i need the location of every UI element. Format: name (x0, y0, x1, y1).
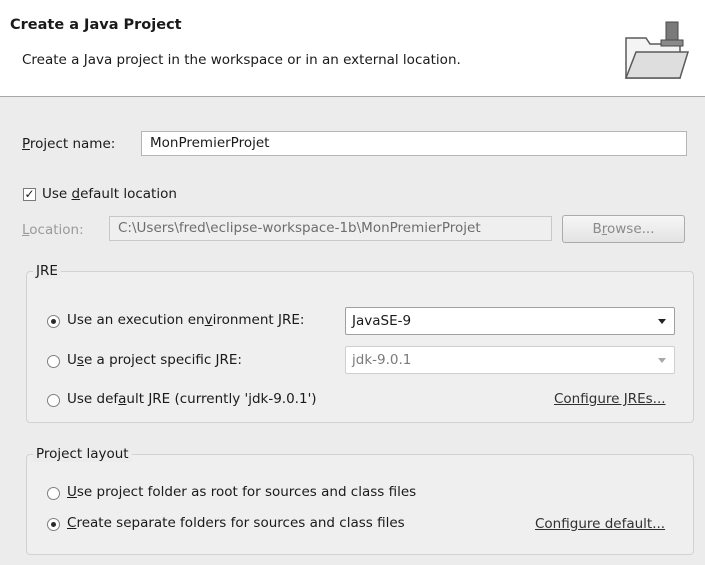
project-specific-jre-select[interactable]: jdk-9.0.1 (345, 346, 675, 374)
project-specific-jre-value: jdk-9.0.1 (352, 352, 412, 368)
execution-environment-label[interactable]: Use an execution environment JRE: (67, 312, 304, 328)
wizard-title: Create a Java Project (10, 17, 182, 33)
default-jre-radio[interactable] (47, 394, 60, 407)
use-default-location-checkbox[interactable]: ✓ (23, 188, 36, 201)
new-java-project-folder-icon (624, 21, 690, 79)
project-name-input[interactable]: MonPremierProjet (141, 131, 687, 156)
project-folder-root-radio[interactable] (47, 487, 60, 500)
project-specific-jre-radio[interactable] (47, 355, 60, 368)
separate-folders-label[interactable]: Create separate folders for sources and … (67, 515, 405, 531)
configure-jres-link[interactable]: Configure JREs... (554, 391, 666, 407)
execution-environment-select[interactable]: JavaSE-9 (345, 307, 675, 335)
browse-button[interactable]: Browse... (562, 215, 685, 243)
separate-folders-radio[interactable] (47, 518, 60, 531)
project-specific-jre-label[interactable]: Use a project specific JRE: (67, 352, 242, 368)
wizard-header: Create a Java Project Create a Java proj… (0, 0, 705, 97)
jre-group-title: JRE (33, 263, 61, 279)
chevron-down-icon (658, 319, 666, 324)
chevron-down-icon (658, 358, 666, 363)
project-name-label: Project name: (22, 136, 116, 152)
location-input[interactable]: C:\Users\fred\eclipse-workspace-1b\MonPr… (109, 216, 552, 241)
wizard-content: Project name: MonPremierProjet ✓ Use def… (0, 97, 705, 565)
use-default-location-label[interactable]: Use default location (42, 186, 177, 202)
wizard-description: Create a Java project in the workspace o… (22, 52, 461, 68)
default-jre-label[interactable]: Use default JRE (currently 'jdk-9.0.1') (67, 391, 317, 407)
location-label: Location: (22, 222, 84, 238)
execution-environment-value: JavaSE-9 (352, 313, 412, 329)
configure-default-link[interactable]: Configure default... (535, 516, 665, 532)
project-folder-root-label[interactable]: Use project folder as root for sources a… (67, 484, 416, 500)
execution-environment-radio[interactable] (47, 315, 60, 328)
project-layout-group-title: Project layout (33, 446, 132, 462)
project-layout-group (26, 454, 694, 555)
